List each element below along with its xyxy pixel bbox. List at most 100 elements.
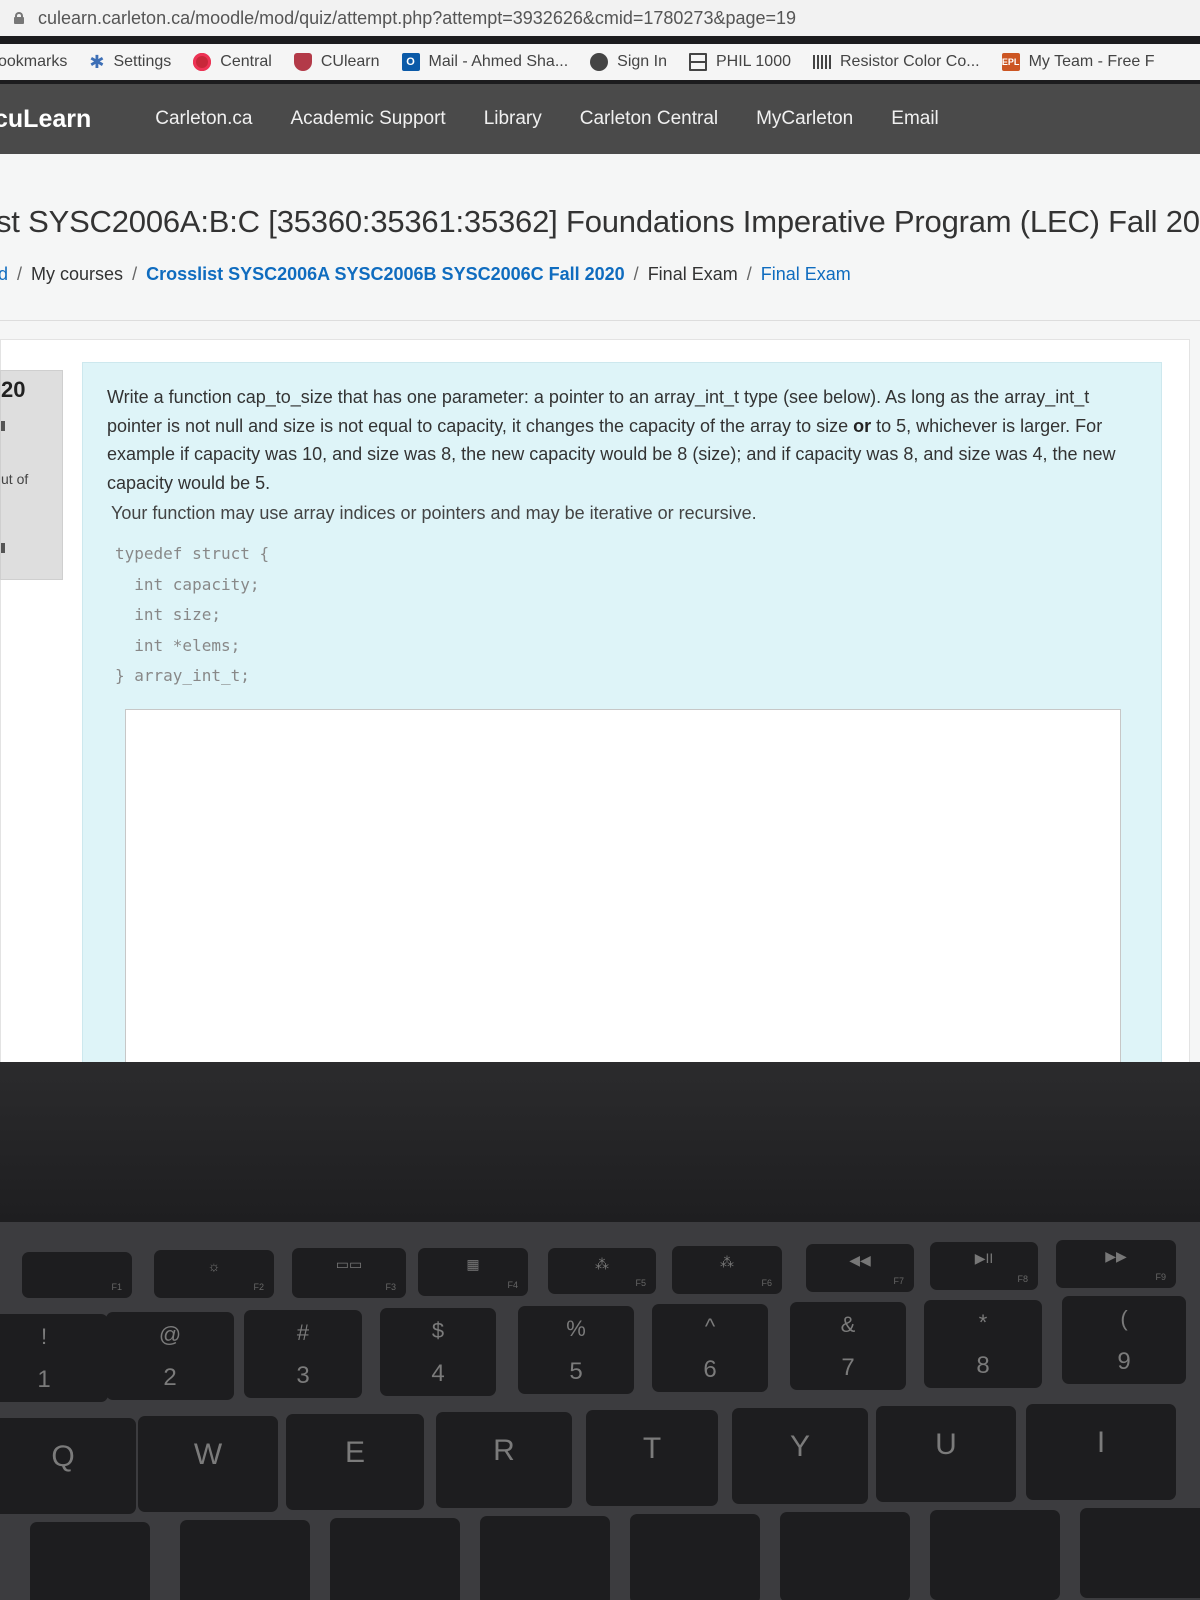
key-letter: W	[193, 1438, 223, 1471]
key-t[interactable]: T	[586, 1410, 718, 1506]
breadcrumb-item-my-courses[interactable]: My courses	[31, 264, 123, 284]
site-navbar: cuLearn Carleton.ca Academic Support Lib…	[0, 84, 1200, 154]
code-line: int capacity;	[115, 574, 260, 594]
key-digit: 8	[976, 1352, 990, 1379]
bookmark-label: My Team - Free F	[1028, 53, 1155, 70]
key-f4[interactable]: ▦ F4	[418, 1248, 528, 1296]
key-f8[interactable]: ▶II F8	[930, 1242, 1038, 1290]
breadcrumb-separator: /	[17, 264, 23, 284]
key-f9[interactable]: ▶▶ F9	[1056, 1240, 1176, 1288]
rewind-icon: ◀◀	[849, 1252, 871, 1268]
key-u[interactable]: U	[876, 1406, 1016, 1502]
bookmark-settings[interactable]: ✱ Settings	[89, 53, 171, 71]
key-6[interactable]: ^ 6	[652, 1304, 768, 1392]
bookmark-sign-in[interactable]: Sign In	[590, 53, 667, 71]
site-brand[interactable]: cuLearn	[0, 105, 91, 134]
code-line: typedef struct {	[115, 544, 270, 563]
key-letter: Y	[789, 1430, 810, 1463]
key-h[interactable]	[780, 1512, 910, 1600]
key-f2[interactable]: ☼ F2	[154, 1250, 274, 1298]
key-f7[interactable]: ◀◀ F7	[806, 1244, 914, 1292]
key-3[interactable]: #3	[244, 1310, 362, 1398]
key-e[interactable]: E	[286, 1414, 424, 1510]
epl-icon: EPL	[1001, 53, 1020, 71]
key-g[interactable]	[630, 1514, 760, 1600]
question-formulation: Write a function cap_to_size that has on…	[82, 362, 1162, 1062]
key-digit: 9	[1117, 1348, 1131, 1375]
key-shift-symbol: $	[431, 1318, 445, 1343]
key-shift-symbol: *	[978, 1310, 988, 1335]
bookmark-label: PHIL 1000	[715, 53, 791, 70]
address-bar[interactable]: culearn.carleton.ca/moodle/mod/quiz/atte…	[0, 0, 1200, 36]
key-a[interactable]	[30, 1522, 150, 1600]
key-w[interactable]: W	[138, 1416, 278, 1512]
key-4[interactable]: $4	[380, 1308, 496, 1396]
key-f5[interactable]: ⁂ F5	[548, 1248, 656, 1294]
key-5[interactable]: % 5	[518, 1306, 634, 1394]
nav-link-email[interactable]: Email	[891, 108, 939, 130]
key-digit: 3	[296, 1362, 310, 1389]
key-letter: E	[344, 1436, 365, 1469]
bookmark-label: Resistor Color Co...	[839, 53, 980, 70]
key-s[interactable]	[180, 1520, 310, 1600]
bookmark-my-team[interactable]: EPL My Team - Free F	[1001, 53, 1155, 71]
key-8[interactable]: * 8	[924, 1300, 1042, 1388]
key-label: F7	[893, 1276, 904, 1286]
key-r[interactable]: R	[436, 1412, 572, 1508]
key-k[interactable]	[1080, 1508, 1200, 1598]
key-label: F9	[1155, 1272, 1166, 1282]
flag-question-icon[interactable]	[1, 543, 5, 553]
nav-link-carleton-central[interactable]: Carleton Central	[580, 108, 718, 130]
key-j[interactable]	[930, 1510, 1060, 1600]
launchpad-icon: ▦	[466, 1256, 480, 1272]
brightness-icon: ☼	[207, 1258, 221, 1274]
sign-in-icon	[590, 53, 609, 71]
key-1[interactable]: ! 1	[0, 1314, 108, 1402]
key-f3[interactable]: ▭▭ F3	[292, 1248, 406, 1298]
key-label: F4	[507, 1280, 518, 1290]
key-f1[interactable]: F1	[22, 1252, 132, 1298]
question-text: Write a function cap_to_size that has on…	[107, 383, 1117, 497]
bookmark-label: CUlearn	[320, 53, 380, 70]
answer-textarea[interactable]	[125, 709, 1121, 1062]
key-q[interactable]: Q	[0, 1418, 136, 1514]
nav-link-academic-support[interactable]: Academic Support	[290, 108, 445, 130]
breadcrumb-item-final-exam[interactable]: Final Exam	[761, 264, 851, 284]
bookmark-label: Sign In	[617, 53, 667, 70]
keyboard-light-icon: ⁂	[595, 1256, 609, 1272]
key-shift-symbol: &	[840, 1312, 856, 1337]
code-line: } array_int_t;	[115, 666, 250, 685]
key-f[interactable]	[480, 1516, 610, 1600]
bookmark-mail[interactable]: O Mail - Ahmed Sha...	[401, 53, 568, 71]
nav-link-carleton[interactable]: Carleton.ca	[155, 108, 252, 130]
bookmark-central[interactable]: Central	[193, 53, 272, 71]
bookmark-label: Central	[220, 53, 272, 70]
breadcrumb-separator: /	[746, 264, 752, 284]
key-9[interactable]: (9	[1062, 1296, 1186, 1384]
key-7[interactable]: & 7	[790, 1302, 906, 1390]
key-2[interactable]: @2	[106, 1312, 234, 1400]
breadcrumb: d / My courses / Crosslist SYSC2006A SYSC200…	[0, 264, 851, 285]
bookmark-phil-1000[interactable]: PHIL 1000	[688, 53, 791, 71]
code-line: int *elems;	[115, 635, 241, 655]
marks-out-of: ut of	[1, 471, 29, 487]
breadcrumb-item-course[interactable]: Crosslist SYSC2006A SYSC2006B SYSC2006C …	[146, 264, 625, 284]
url-text[interactable]: culearn.carleton.ca/moodle/mod/quiz/atte…	[38, 8, 796, 29]
breadcrumb-item-final-exam-section[interactable]: Final Exam	[648, 264, 738, 284]
key-f6[interactable]: ⁂ F6	[672, 1246, 782, 1294]
key-i[interactable]: I	[1026, 1404, 1176, 1500]
nav-link-mycarleton[interactable]: MyCarleton	[756, 108, 853, 130]
fast-forward-icon: ▶▶	[1105, 1248, 1127, 1264]
breadcrumb-item-dashboard[interactable]: d	[0, 264, 8, 284]
key-d[interactable]	[330, 1518, 460, 1600]
key-digit: 1	[37, 1366, 51, 1393]
grid-icon	[688, 53, 707, 71]
outlook-icon: O	[401, 53, 420, 71]
bookmark-resistor[interactable]: Resistor Color Co...	[812, 53, 980, 71]
key-y[interactable]: Y	[732, 1408, 868, 1504]
bookmark-culearn[interactable]: CUlearn	[293, 53, 380, 71]
question-number: 20	[1, 377, 26, 402]
resistor-icon	[812, 55, 831, 69]
bookmark-bookmarks[interactable]: ookmarks	[0, 53, 67, 71]
nav-link-library[interactable]: Library	[484, 108, 542, 130]
